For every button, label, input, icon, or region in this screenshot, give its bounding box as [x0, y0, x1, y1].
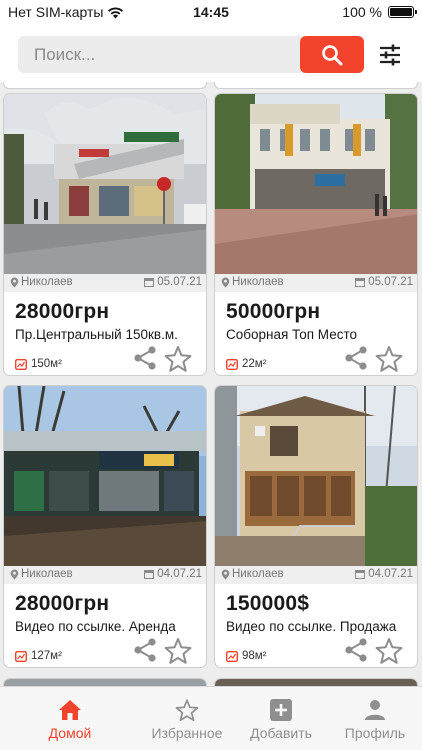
tab-favorites[interactable]: Избранное	[137, 687, 237, 750]
listing-price: 50000грн	[226, 300, 321, 323]
share-icon[interactable]	[343, 637, 369, 663]
favorite-star-icon[interactable]	[164, 637, 192, 665]
battery-percent: 100 %	[342, 4, 382, 20]
listing-city-label: Николаев	[232, 568, 284, 580]
share-icon[interactable]	[132, 345, 158, 371]
calendar-icon	[144, 278, 155, 287]
listing-title: Соборная Топ Место	[226, 327, 357, 342]
search-icon	[322, 44, 343, 65]
listing-card[interactable]	[214, 678, 418, 686]
listing-date-label: 04.07.21	[368, 568, 413, 580]
listing-title: Пр.Центральный 150кв.м.	[15, 327, 178, 342]
listing-date: 05.07.21	[144, 276, 202, 288]
listing-title: Видео по ссылке. Аренда	[15, 619, 176, 634]
tab-profile-label: Профиль	[344, 725, 406, 741]
listing-photo	[215, 386, 417, 566]
area-icon	[226, 358, 238, 370]
tab-home-label: Домой	[48, 725, 92, 741]
listing-city-label: Николаев	[21, 276, 73, 288]
area-icon	[15, 650, 27, 662]
tab-add-label: Добавить	[250, 725, 312, 741]
search-input[interactable]	[34, 36, 294, 73]
search-box	[18, 36, 364, 73]
listing-area-label: 127м²	[31, 650, 62, 662]
area-icon	[226, 650, 238, 662]
listing-photo	[4, 386, 206, 566]
share-icon[interactable]	[343, 345, 369, 371]
calendar-icon	[355, 570, 366, 579]
battery-status: 100 %	[342, 4, 417, 20]
listing-area: 22м²	[226, 358, 267, 370]
listing-meta: Николаев 05.07.21	[215, 274, 417, 292]
area-icon	[15, 358, 27, 370]
star-icon	[175, 699, 199, 721]
tab-favorites-label: Избранное	[151, 725, 223, 741]
listing-card[interactable]: Николаев 04.07.21 28000грн Видео по ссыл…	[3, 385, 207, 668]
home-icon	[59, 700, 81, 720]
tab-home[interactable]: Домой	[20, 687, 120, 750]
listing-card[interactable]: Николаев 05.07.21 28000грн Пр.Центральны…	[3, 93, 207, 376]
calendar-icon	[144, 570, 155, 579]
previous-card-edge	[214, 82, 418, 89]
listing-city-label: Николаев	[21, 568, 73, 580]
listing-price: 150000$	[226, 592, 310, 615]
filter-icon[interactable]	[378, 43, 402, 67]
listing-date: 04.07.21	[355, 568, 413, 580]
listings-feed[interactable]: Николаев 05.07.21 28000грн Пр.Центральны…	[0, 82, 422, 686]
listing-city: Николаев	[221, 276, 284, 288]
listing-date: 04.07.21	[144, 568, 202, 580]
listing-date-label: 05.07.21	[368, 276, 413, 288]
listing-card[interactable]: Николаев 04.07.21 150000$ Видео по ссылк…	[214, 385, 418, 668]
location-pin-icon	[221, 277, 230, 287]
listing-card[interactable]	[3, 678, 207, 686]
search-header	[0, 26, 422, 82]
favorite-star-icon[interactable]	[375, 637, 403, 665]
calendar-icon	[355, 278, 366, 287]
location-pin-icon	[221, 569, 230, 579]
location-pin-icon	[10, 569, 19, 579]
listing-price: 28000грн	[15, 592, 110, 615]
listing-area: 127м²	[15, 650, 62, 662]
listing-date-label: 04.07.21	[157, 568, 202, 580]
listing-city: Николаев	[10, 568, 73, 580]
favorite-star-icon[interactable]	[164, 345, 192, 373]
location-pin-icon	[10, 277, 19, 287]
listing-date-label: 05.07.21	[157, 276, 202, 288]
profile-icon	[365, 700, 385, 720]
listing-area-label: 22м²	[242, 358, 267, 370]
battery-icon	[388, 6, 417, 18]
listing-area-label: 150м²	[31, 358, 62, 370]
favorite-star-icon[interactable]	[375, 345, 403, 373]
bottom-tab-bar: Домой Избранное Добавить Профиль	[0, 686, 422, 750]
listing-meta: Николаев 04.07.21	[4, 566, 206, 584]
listing-card[interactable]: Николаев 05.07.21 50000грн Соборная Топ …	[214, 93, 418, 376]
listing-date: 05.07.21	[355, 276, 413, 288]
share-icon[interactable]	[132, 637, 158, 663]
listing-city-label: Николаев	[232, 276, 284, 288]
listing-photo	[4, 94, 206, 274]
status-bar: Нет SIM-карты 14:45 100 %	[0, 0, 422, 26]
listing-area: 150м²	[15, 358, 62, 370]
listing-city: Николаев	[221, 568, 284, 580]
listing-price: 28000грн	[15, 300, 110, 323]
listing-meta: Николаев 05.07.21	[4, 274, 206, 292]
listing-title: Видео по ссылке. Продажа	[226, 619, 397, 634]
listing-area-label: 98м²	[242, 650, 267, 662]
listing-city: Николаев	[10, 276, 73, 288]
tab-add[interactable]: Добавить	[231, 687, 331, 750]
add-icon	[270, 699, 292, 721]
listing-area: 98м²	[226, 650, 267, 662]
search-button[interactable]	[300, 36, 364, 73]
listing-meta: Николаев 04.07.21	[215, 566, 417, 584]
tab-profile[interactable]: Профиль	[325, 687, 422, 750]
listing-photo	[215, 94, 417, 274]
previous-card-edge	[3, 82, 207, 89]
